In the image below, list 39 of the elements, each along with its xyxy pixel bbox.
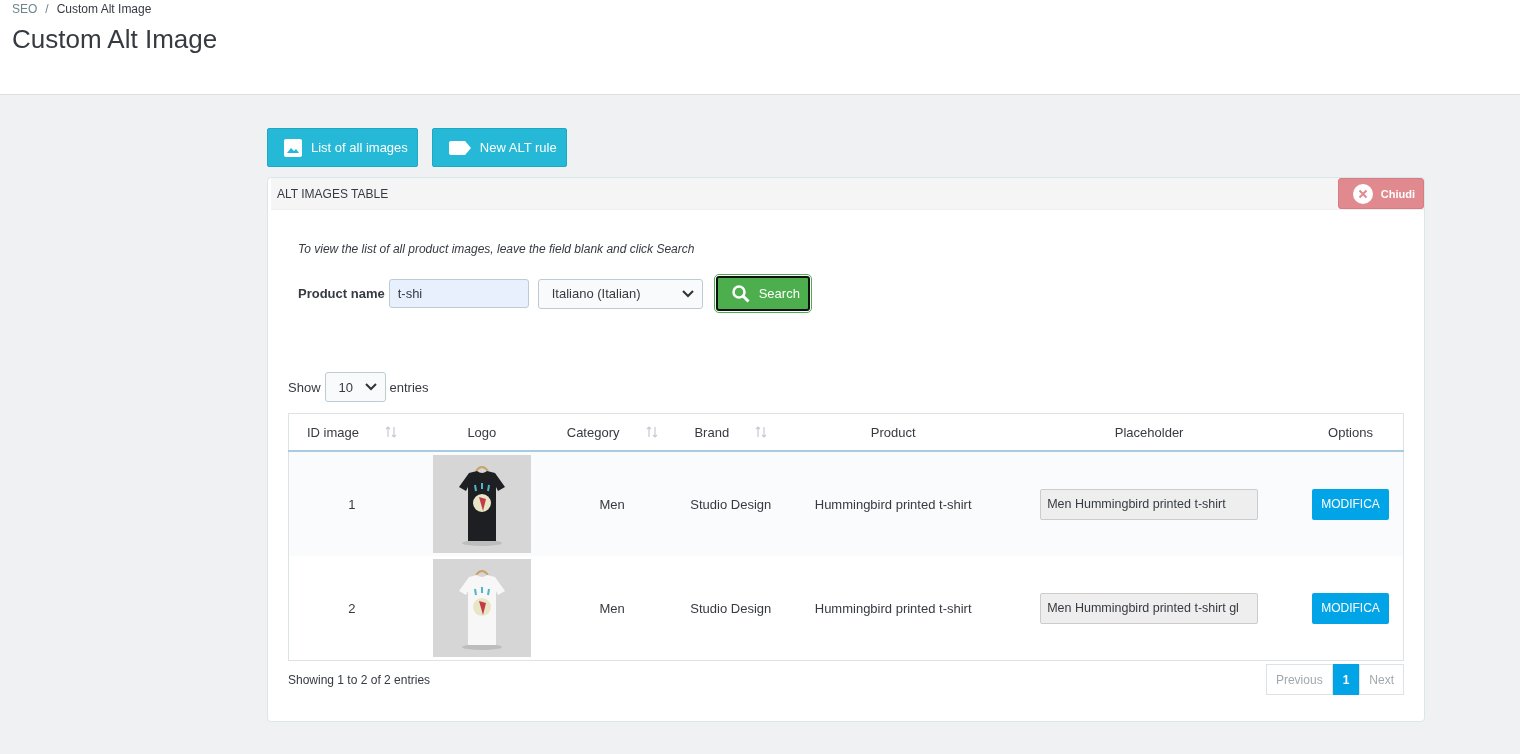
field-label: Product name: [298, 286, 385, 301]
entries-select[interactable]: 10: [324, 372, 386, 402]
close-icon: [1352, 183, 1373, 204]
search-button[interactable]: Search: [715, 276, 810, 311]
product-name-field[interactable]: t-shi: [388, 279, 529, 308]
show-label: Show: [288, 379, 321, 395]
breadcrumb-link[interactable]: SEO: [12, 2, 38, 16]
placeholder-field[interactable]: Men Hummingbird printed t-shirt: [1040, 488, 1259, 520]
table-cell: Men: [548, 451, 676, 556]
new-rule-button[interactable]: New ALT rule: [431, 128, 567, 167]
table-cell: Men: [548, 556, 676, 661]
page-button[interactable]: 1: [1332, 664, 1360, 695]
chevron-icon: [681, 289, 694, 298]
edit-button[interactable]: MODIFICA: [1312, 592, 1389, 624]
breadcrumb-separator: /: [45, 2, 49, 16]
sort-icon: [755, 425, 768, 438]
breadcrumb-current: Custom Alt Image: [56, 2, 152, 16]
list-images-button[interactable]: List of all images: [267, 128, 418, 167]
edit-button[interactable]: MODIFICA: [1312, 488, 1389, 520]
sort-icon: [645, 425, 658, 438]
sort-icon: [384, 425, 397, 438]
chevron-icon: [364, 383, 377, 391]
entries-label: entries: [389, 379, 429, 395]
close-button[interactable]: Chiudi: [1337, 178, 1424, 209]
search-icon: [731, 284, 750, 303]
placeholder-field[interactable]: Men Hummingbird printed t-shirt gl: [1040, 592, 1259, 624]
table-cell: Studio Design: [675, 556, 787, 661]
table-info: Showing 1 to 2 of 2 entries: [288, 672, 431, 687]
table-cell: Hummingbird printed t-shirt: [786, 451, 1001, 556]
table-cell: Studio Design: [675, 451, 787, 556]
image-icon: [284, 138, 302, 157]
table-cell: 2: [288, 556, 415, 661]
table-cell: Hummingbird printed t-shirt: [786, 556, 1001, 661]
language-select[interactable]: Italiano (Italian): [537, 278, 703, 309]
page-title: Custom Alt Image: [12, 24, 219, 55]
hint-text: To view the list of all product images, leave the field blank and click Search: [298, 242, 696, 256]
tag-icon: [448, 140, 471, 155]
table-cell: 1: [288, 451, 415, 556]
panel-title: ALT IMAGES TABLE: [276, 186, 389, 201]
